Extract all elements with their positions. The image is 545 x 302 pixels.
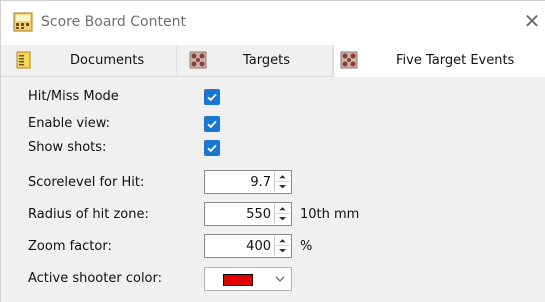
title-bar: Score Board Content ✕	[1, 1, 545, 45]
radius-stepper[interactable]: 550	[204, 202, 292, 226]
scoreboard-icon	[13, 12, 33, 32]
radius-value: 550	[246, 207, 271, 222]
tab-five-target-events[interactable]: Five Target Events	[333, 45, 545, 77]
tab-documents-label: Documents	[70, 53, 145, 68]
score-board-content-dialog: Score Board Content ✕ Documents Targets …	[0, 0, 545, 302]
tab-five-target-events-label: Five Target Events	[396, 53, 515, 68]
scorelevel-value: 9.7	[250, 175, 271, 190]
zoom-label: Zoom factor:	[28, 239, 112, 254]
window-title: Score Board Content	[41, 14, 186, 30]
tab-targets[interactable]: Targets	[177, 45, 333, 77]
zoom-value: 400	[246, 239, 271, 254]
zoom-spin-buttons	[274, 236, 290, 256]
checkmark-icon	[207, 144, 217, 153]
chevron-down-icon[interactable]	[275, 246, 290, 256]
radius-spin-buttons	[274, 204, 290, 224]
close-icon[interactable]: ✕	[522, 11, 542, 31]
enable-view-checkbox[interactable]	[204, 116, 220, 132]
scorelevel-spin-buttons	[274, 172, 290, 192]
target-icon	[340, 51, 358, 69]
chevron-up-icon[interactable]	[275, 236, 290, 246]
document-icon	[16, 51, 31, 69]
zoom-unit: %	[300, 239, 313, 254]
target-icon	[189, 51, 207, 69]
active-shooter-color-select[interactable]	[204, 267, 292, 291]
chevron-up-icon[interactable]	[275, 172, 290, 182]
active-shooter-color-label: Active shooter color:	[28, 271, 162, 286]
tab-documents[interactable]: Documents	[1, 45, 177, 77]
radius-unit: 10th mm	[300, 207, 360, 222]
chevron-down-icon[interactable]	[275, 214, 290, 224]
tab-targets-label: Targets	[243, 53, 290, 68]
show-shots-checkbox[interactable]	[204, 140, 220, 156]
color-swatch	[223, 274, 253, 286]
scorelevel-label: Scorelevel for Hit:	[28, 175, 145, 190]
chevron-down-icon[interactable]	[275, 182, 290, 192]
scorelevel-stepper[interactable]: 9.7	[204, 170, 292, 194]
zoom-stepper[interactable]: 400	[204, 234, 292, 258]
hit-miss-mode-checkbox[interactable]	[204, 89, 220, 105]
show-shots-label: Show shots:	[28, 140, 107, 155]
tab-content-panel: Hit/Miss Mode Enable view: Show shots: S…	[1, 77, 545, 302]
checkmark-icon	[207, 120, 217, 129]
chevron-down-icon	[275, 276, 285, 282]
chevron-up-icon[interactable]	[275, 204, 290, 214]
checkmark-icon	[207, 93, 217, 102]
enable-view-label: Enable view:	[28, 116, 111, 131]
hit-miss-mode-label: Hit/Miss Mode	[28, 89, 119, 104]
tab-bar: Documents Targets Five Target Events	[1, 45, 545, 77]
radius-label: Radius of hit zone:	[28, 207, 149, 222]
